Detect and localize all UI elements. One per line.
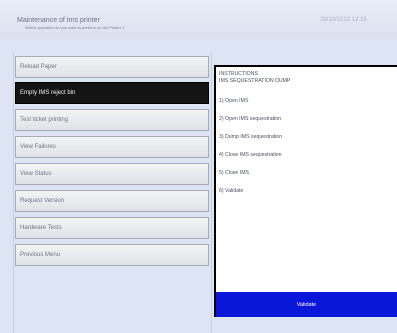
hardware-tests-button[interactable]: Hardware Tests bbox=[15, 217, 209, 239]
view-status-button[interactable]: View Status bbox=[15, 163, 209, 185]
datetime-display: 29/10/2010 13:16 bbox=[320, 17, 367, 23]
page-subtitle: Which operation do you want to perform o… bbox=[25, 25, 125, 30]
instructions-subheading: IMS SEQUESTRATION DUMP bbox=[219, 77, 291, 84]
previous-menu-button[interactable]: Previous Menu bbox=[15, 244, 209, 266]
instruction-step: 1) Open IMS bbox=[219, 98, 249, 104]
page-title: Maintenance of Ims printer bbox=[17, 17, 100, 24]
instruction-step: 3) Dump IMS sequestration bbox=[219, 134, 283, 140]
instructions-panel: INSTRUCTIONS IMS SEQUESTRATION DUMP 1) O… bbox=[214, 65, 397, 317]
validate-button[interactable]: Validate bbox=[216, 292, 397, 317]
empty-ims-reject-bin-button[interactable]: Empty IMS reject bin bbox=[15, 82, 209, 104]
instructions-header: INSTRUCTIONS IMS SEQUESTRATION DUMP bbox=[219, 71, 290, 84]
instruction-step: 2) Open IMS sequestration bbox=[219, 116, 281, 122]
instruction-step: 5) Close IMS bbox=[219, 170, 249, 176]
reload-paper-button[interactable]: Reload Paper bbox=[15, 56, 209, 78]
instruction-step: 6) Validate bbox=[219, 188, 244, 194]
header-bar: Maintenance of Ims printer Which operati… bbox=[0, 0, 397, 38]
view-failures-button[interactable]: View Failures bbox=[15, 136, 209, 158]
request-version-button[interactable]: Request Version bbox=[15, 190, 209, 212]
instructions-heading: INSTRUCTIONS bbox=[219, 71, 258, 77]
instruction-step: 4) Close IMS sequestration bbox=[219, 152, 282, 158]
test-ticket-printing-button[interactable]: Test ticket printing bbox=[15, 109, 209, 131]
